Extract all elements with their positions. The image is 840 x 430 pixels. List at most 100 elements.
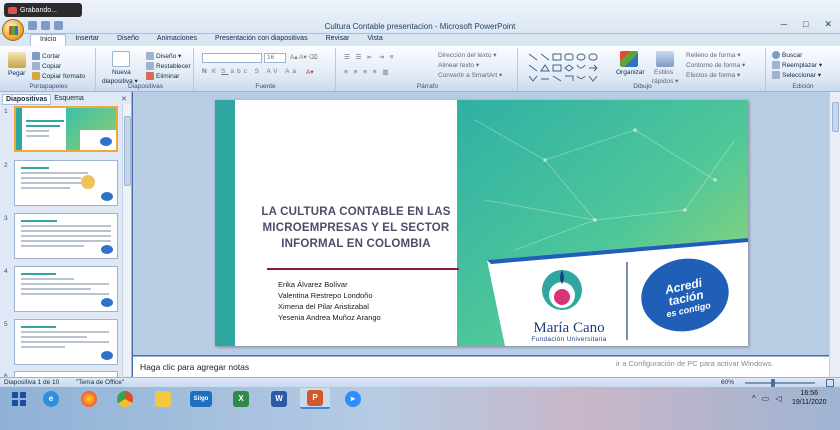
- select-icon: [772, 71, 780, 79]
- quick-styles-button[interactable]: Estilos: [654, 69, 673, 76]
- tab-inicio[interactable]: Inicio: [30, 34, 67, 46]
- slide-thumbnail-5[interactable]: 5: [2, 319, 120, 367]
- minimize-button[interactable]: ─: [781, 19, 787, 30]
- replace-button[interactable]: Reemplazar ▾: [772, 61, 822, 69]
- find-button[interactable]: Buscar: [772, 51, 802, 59]
- taskbar-excel[interactable]: X: [226, 388, 256, 409]
- logo-subtitle: Fundación Universitaria: [531, 336, 607, 343]
- font-size-box[interactable]: 16: [264, 53, 286, 63]
- tab-diseno[interactable]: Diseño: [108, 34, 148, 46]
- tab-outline[interactable]: Esquema: [51, 94, 87, 105]
- clock[interactable]: 16:56 19/11/2020: [792, 389, 827, 407]
- font-name-box[interactable]: [202, 53, 262, 63]
- reset-button[interactable]: Restablecer: [146, 62, 191, 70]
- paragraph-group: ☰ ☰ ⇤ ⇥ ≡ ≡ ≡ ≡ ≡ ▥ Dirección del texto …: [338, 48, 518, 91]
- taskbar-siigo[interactable]: Siigo: [186, 388, 216, 409]
- smartart-button[interactable]: Convertir a SmartArt ▾: [438, 71, 502, 79]
- tab-presentacion[interactable]: Presentación con diapositivas: [206, 34, 317, 46]
- align-text-button[interactable]: Alinear texto ▾: [438, 61, 479, 69]
- quick-styles-icon[interactable]: [656, 51, 674, 67]
- chrome-icon: [117, 390, 133, 407]
- taskbar-chrome[interactable]: [110, 388, 140, 409]
- fit-slide-icon[interactable]: [826, 379, 834, 387]
- close-button[interactable]: ✕: [824, 19, 832, 30]
- delete-icon: [146, 72, 154, 80]
- font-style-buttons[interactable]: N K Sabc S AV Aa: [202, 68, 299, 75]
- start-button[interactable]: [4, 388, 34, 409]
- internet-explorer-icon: e: [43, 390, 59, 407]
- slides-pane: Diapositivas Esquema ✕ 1 2 3 4 5 6: [0, 92, 132, 377]
- taskbar-powerpoint[interactable]: P: [300, 388, 330, 409]
- ribbon-tabs: Inicio Insertar Diseño Animaciones Prese…: [0, 34, 840, 46]
- select-button[interactable]: Seleccionar ▾: [772, 71, 821, 79]
- window-controls: ─ □ ✕: [781, 19, 832, 30]
- tab-revisar[interactable]: Revisar: [317, 34, 359, 46]
- siigo-icon: Siigo: [190, 390, 212, 407]
- slide-thumbnail-1[interactable]: 1: [2, 106, 120, 154]
- excel-icon: X: [233, 390, 249, 407]
- format-painter-button[interactable]: Copiar formato: [32, 72, 85, 80]
- binoculars-icon: [772, 51, 780, 59]
- layout-button[interactable]: Diseño ▾: [146, 52, 181, 60]
- taskbar-word[interactable]: W: [264, 388, 294, 409]
- taskbar-internet-explorer[interactable]: e: [36, 388, 66, 409]
- office-button[interactable]: [2, 19, 24, 41]
- font-color-button[interactable]: A▾: [306, 68, 314, 76]
- paste-icon[interactable]: [8, 52, 26, 68]
- taskbar-zoom[interactable]: ▸: [338, 388, 368, 409]
- maximize-button[interactable]: □: [803, 19, 808, 30]
- align-buttons[interactable]: ≡ ≡ ≡ ≡ ▥: [344, 68, 391, 76]
- network-icon[interactable]: ▭: [762, 394, 770, 403]
- theme-name[interactable]: "Tema de Office": [76, 379, 124, 386]
- shape-fill-button[interactable]: Relleno de forma ▾: [686, 51, 741, 59]
- author-2: Valentina Restrepo Londoño: [278, 291, 373, 300]
- tab-slides[interactable]: Diapositivas: [2, 94, 52, 105]
- status-bar: Diapositiva 1 de 10 "Tema de Office" 60%: [0, 377, 840, 387]
- word-icon: W: [271, 390, 287, 407]
- zoom-icon: ▸: [345, 390, 361, 407]
- editor-scrollbar[interactable]: [829, 92, 840, 377]
- shape-outline-button[interactable]: Contorno de forma ▾: [686, 61, 745, 69]
- paste-button[interactable]: Pegar: [8, 70, 25, 77]
- cut-button[interactable]: Cortar: [32, 52, 60, 60]
- shape-effects-button[interactable]: Efectos de forma ▾: [686, 71, 740, 79]
- zoom-level[interactable]: 60%: [721, 379, 734, 386]
- new-slide-button[interactable]: Nueva: [112, 69, 131, 76]
- copy-button[interactable]: Copiar: [32, 62, 61, 70]
- slide-thumbnail-4[interactable]: 4: [2, 266, 120, 314]
- tab-animaciones[interactable]: Animaciones: [148, 34, 206, 46]
- volume-icon[interactable]: ◁: [775, 394, 781, 403]
- slide-counter: Diapositiva 1 de 10: [4, 379, 60, 386]
- list-buttons[interactable]: ☰ ☰ ⇤ ⇥ ≡: [344, 53, 396, 61]
- zoom-slider-handle[interactable]: [771, 379, 775, 387]
- current-slide[interactable]: LA CULTURA CONTABLE EN LAS MICROEMPRESAS…: [215, 100, 748, 346]
- recording-indicator[interactable]: Grabando...: [4, 3, 82, 17]
- slide-thumbnail-3[interactable]: 3: [2, 213, 120, 261]
- delete-slide-button[interactable]: Eliminar: [146, 72, 179, 80]
- layout-icon: [146, 52, 154, 60]
- clock-date: 19/11/2020: [792, 399, 827, 406]
- clock-time: 16:56: [800, 390, 819, 397]
- pane-close-icon[interactable]: ✕: [121, 95, 127, 103]
- brush-icon: [32, 72, 40, 80]
- notes-placeholder: Haga clic para agregar notas: [140, 362, 250, 372]
- windows-icon: [12, 391, 26, 406]
- text-direction-button[interactable]: Dirección del texto ▾: [438, 51, 497, 59]
- new-slide-icon[interactable]: [112, 51, 130, 67]
- slide-thumbnail-2[interactable]: 2: [2, 160, 120, 208]
- slides-pane-scrollbar[interactable]: [122, 104, 131, 376]
- font-label: Fuente: [255, 83, 276, 90]
- taskbar-file-explorer[interactable]: [148, 388, 178, 409]
- tab-insertar[interactable]: Insertar: [66, 34, 108, 46]
- arrange-icon[interactable]: [620, 51, 638, 67]
- tray-chevron-icon[interactable]: ^: [752, 394, 756, 403]
- shapes-gallery[interactable]: [526, 51, 614, 83]
- taskbar-firefox[interactable]: [74, 388, 104, 409]
- slide-title[interactable]: LA CULTURA CONTABLE EN LAS MICROEMPRESAS…: [251, 204, 461, 252]
- zoom-slider[interactable]: [745, 382, 815, 384]
- authors-list[interactable]: Erika Álvarez Bolívar Valentina Restrepo…: [278, 279, 381, 323]
- scissors-icon: [32, 52, 40, 60]
- arrange-button[interactable]: Organizar: [616, 69, 645, 76]
- tab-vista[interactable]: Vista: [358, 34, 391, 46]
- font-grow-shrink[interactable]: A▴ A▾ ⌫: [290, 53, 318, 61]
